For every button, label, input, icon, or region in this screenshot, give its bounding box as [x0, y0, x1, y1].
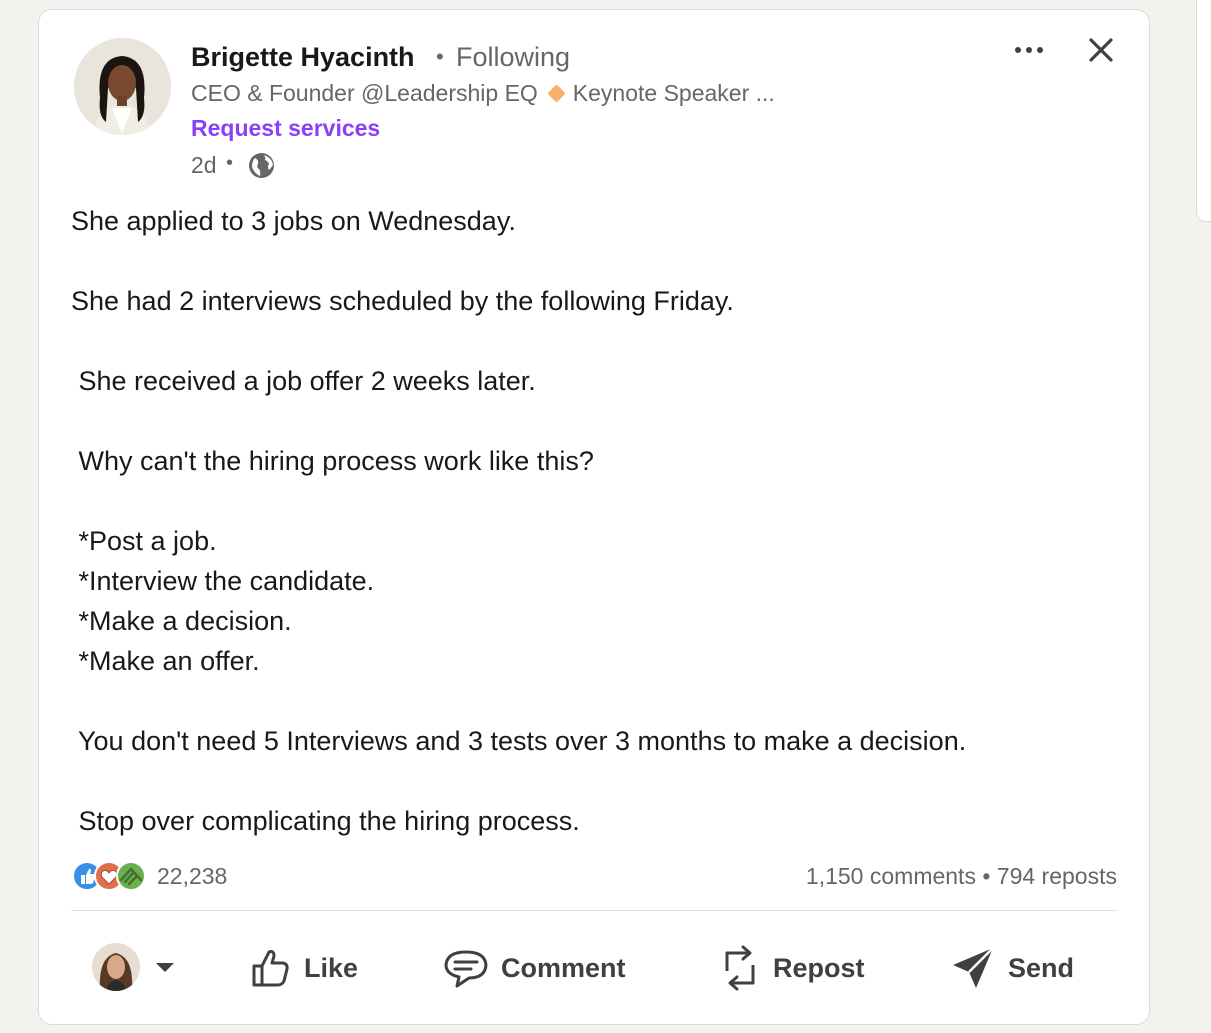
- close-icon[interactable]: [1086, 35, 1116, 65]
- post-text-line: You don't need 5 Interviews and 3 tests …: [71, 726, 967, 756]
- comment-label: Comment: [501, 952, 626, 983]
- post-text-line: Why can't the hiring process work like t…: [71, 446, 594, 476]
- following-status[interactable]: Following: [456, 42, 570, 73]
- thumbs-up-icon: [252, 950, 289, 987]
- support-reaction-icon: [116, 861, 146, 891]
- separator-dot: •: [226, 152, 234, 174]
- engagement-stats: 1,150 comments • 794 reposts: [806, 863, 1117, 890]
- comments-count[interactable]: 1,150 comments: [806, 863, 976, 889]
- separator-dot: •: [982, 863, 997, 889]
- reaction-count[interactable]: 22,238: [157, 863, 227, 890]
- comment-button[interactable]: Comment: [443, 941, 626, 995]
- post-text-line: She applied to 3 jobs on Wednesday.: [71, 206, 516, 236]
- separator-dot: •: [436, 44, 444, 69]
- request-services-link[interactable]: Request services: [191, 115, 380, 142]
- globe-icon: [249, 153, 274, 178]
- headline-part-1: CEO & Founder @Leadership EQ: [191, 80, 538, 106]
- post-text-line: *Interview the candidate.: [71, 566, 375, 596]
- author-name[interactable]: Brigette Hyacinth: [191, 42, 415, 73]
- chevron-down-icon[interactable]: [154, 960, 176, 974]
- reaction-icons[interactable]: [71, 860, 155, 892]
- like-button[interactable]: Like: [250, 941, 358, 995]
- more-options-icon[interactable]: [1012, 36, 1046, 64]
- post-text-line: *Make an offer.: [71, 646, 260, 676]
- post-time: 2d: [191, 152, 217, 178]
- send-icon: [953, 947, 994, 988]
- repost-label: Repost: [773, 952, 865, 983]
- like-label: Like: [304, 952, 359, 983]
- reposts-count[interactable]: 794 reposts: [997, 863, 1117, 889]
- headline-part-2: Keynote Speaker ...: [572, 80, 775, 106]
- post-text-line: *Make a decision.: [71, 606, 292, 636]
- actor-avatar[interactable]: [92, 943, 140, 991]
- divider: [71, 910, 1117, 911]
- send-label: Send: [1008, 952, 1075, 983]
- author-avatar[interactable]: [74, 38, 171, 135]
- post-text-line: She had 2 interviews scheduled by the fo…: [71, 286, 734, 316]
- post-text-line: She received a job offer 2 weeks later.: [71, 366, 536, 396]
- send-button[interactable]: Send: [950, 941, 1074, 995]
- post-text-line: *Post a job.: [71, 526, 217, 556]
- author-headline: CEO & Founder @Leadership EQ Keynote Spea…: [191, 80, 775, 107]
- diamond-icon: [547, 84, 566, 104]
- repost-button[interactable]: Repost: [719, 941, 865, 995]
- comment-icon: [444, 950, 488, 988]
- post-text-line: Stop over complicating the hiring proces…: [71, 806, 580, 836]
- repost-icon: [725, 945, 755, 991]
- side-panel-edge: [1196, 0, 1211, 222]
